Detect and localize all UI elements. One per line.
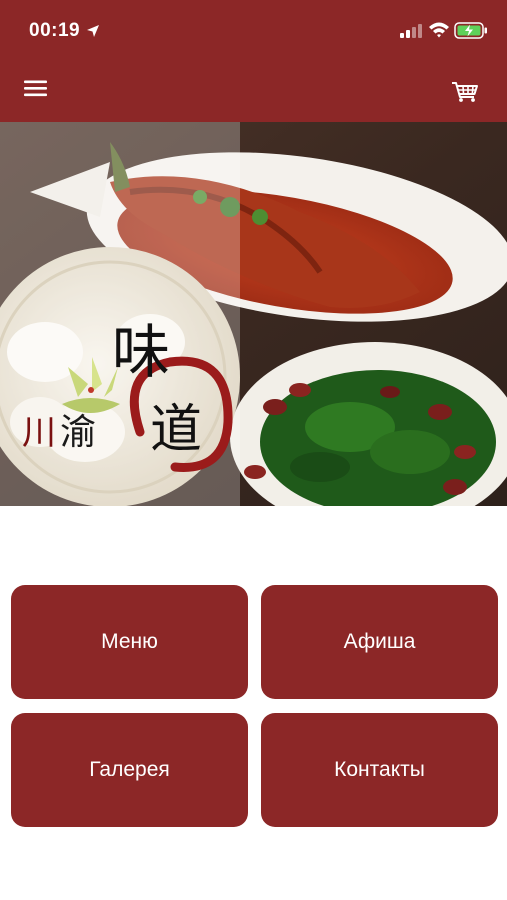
hero-food-image: 川 渝 味 道 [0, 122, 507, 506]
app-header: 00:19 [0, 0, 507, 122]
status-bar: 00:19 [0, 0, 507, 58]
location-arrow-icon [86, 24, 100, 38]
gallery-tile-label: Галерея [89, 758, 170, 781]
shopping-cart-icon [452, 82, 478, 102]
main-menu-grid: Меню Афиша Галерея Контакты [11, 585, 498, 829]
menu-tile-label: Меню [101, 630, 158, 653]
wifi-icon [428, 21, 450, 38]
hamburger-menu-icon [24, 80, 47, 97]
logo-char-dao: 道 [150, 400, 202, 460]
contacts-tile-label: Контакты [334, 758, 425, 781]
logo-char-wei: 味 [112, 318, 170, 386]
nav-bar [0, 58, 507, 122]
events-tile-button[interactable]: Афиша [261, 585, 498, 699]
contacts-tile-button[interactable]: Контакты [261, 713, 498, 827]
menu-tile-button[interactable]: Меню [11, 585, 248, 699]
signal-icon [400, 24, 424, 38]
status-time: 00:19 [29, 20, 81, 41]
logo-char-chuan: 川 [22, 413, 56, 453]
logo-char-yu: 渝 [60, 412, 96, 453]
cart-button[interactable] [446, 68, 482, 104]
menu-button[interactable] [18, 68, 54, 104]
events-tile-label: Афиша [343, 630, 416, 653]
battery-charging-icon [454, 22, 488, 39]
gallery-tile-button[interactable]: Галерея [11, 713, 248, 827]
